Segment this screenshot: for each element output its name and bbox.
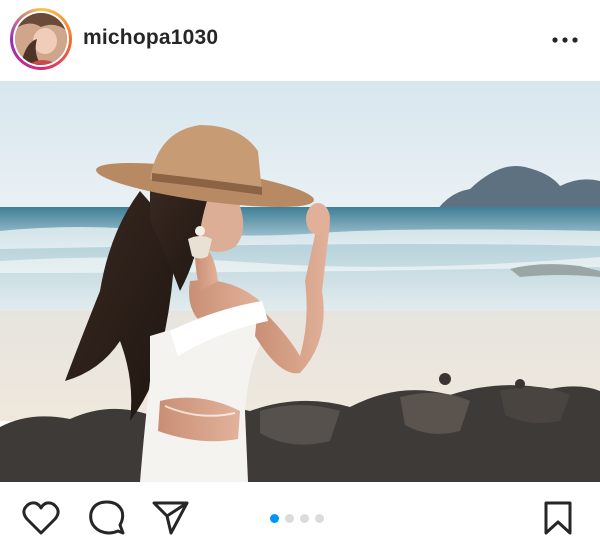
avatar-story-ring[interactable]: [10, 8, 72, 70]
carousel-dot: [285, 514, 294, 523]
send-icon: [152, 501, 189, 535]
carousel-dot: [300, 514, 309, 523]
bookmark-icon: [544, 501, 572, 535]
post-photo[interactable]: [0, 81, 600, 482]
carousel-dot-active: [270, 514, 279, 523]
like-button[interactable]: [22, 500, 60, 541]
carousel-indicator: [270, 514, 324, 524]
avatar[interactable]: [15, 13, 67, 65]
comment-icon: [89, 500, 125, 535]
more-horizontal-icon: [552, 37, 578, 43]
heart-icon: [22, 501, 60, 535]
more-options-button[interactable]: [550, 30, 580, 50]
save-button[interactable]: [542, 500, 574, 541]
beach-photo: [0, 81, 600, 482]
share-button[interactable]: [152, 500, 190, 541]
post-header: michopa1030: [0, 0, 600, 80]
avatar-photo: [15, 13, 67, 65]
comment-button[interactable]: [88, 500, 126, 541]
carousel-dot: [315, 514, 324, 523]
username[interactable]: michopa1030: [83, 26, 218, 50]
post-actions-bar: [0, 482, 600, 546]
